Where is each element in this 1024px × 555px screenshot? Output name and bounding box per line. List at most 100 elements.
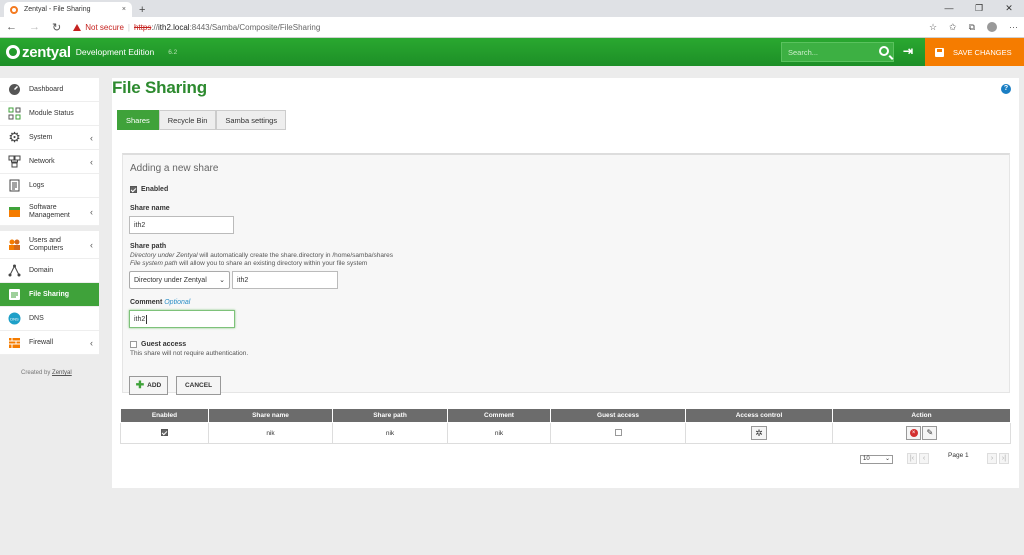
- package-icon: [8, 205, 21, 218]
- chevron-icon: ‹: [90, 337, 93, 348]
- tab-samba-settings[interactable]: Samba settings: [216, 110, 287, 130]
- sidebar-item-logs[interactable]: Logs: [0, 174, 99, 198]
- main-content: File Sharing ? Shares Recycle Bin Samba …: [112, 78, 1019, 488]
- guest-access-hint: This share will not require authenticati…: [130, 350, 249, 357]
- enabled-checkbox[interactable]: [130, 186, 137, 193]
- col-enabled: Enabled: [120, 408, 209, 423]
- last-page-button[interactable]: ›|: [999, 453, 1009, 464]
- col-comment: Comment: [447, 408, 551, 423]
- col-share-path: Share path: [332, 408, 448, 423]
- created-by: Created by Zentyal: [21, 370, 72, 376]
- sidebar-item-label: System: [29, 134, 53, 141]
- sidebar-item-users-and-computers[interactable]: Users and Computers ‹: [0, 231, 99, 259]
- share-name-input[interactable]: ith2: [129, 216, 234, 234]
- not-secure-label: Not secure: [85, 22, 124, 32]
- zentyal-link[interactable]: Zentyal: [52, 370, 72, 376]
- col-access-control: Access control: [685, 408, 833, 423]
- share-path-label: Share path: [130, 243, 167, 250]
- star-icon[interactable]: ☆: [929, 22, 937, 33]
- cell-access-control: ✲: [685, 422, 833, 444]
- sidebar-item-domain[interactable]: Domain: [0, 259, 99, 283]
- more-icon[interactable]: ···: [1009, 22, 1018, 33]
- logout-icon[interactable]: ⇥: [903, 45, 915, 57]
- sidebar-item-file-sharing[interactable]: File Sharing: [0, 283, 99, 307]
- chevron-down-icon: ⌄: [219, 277, 225, 284]
- tabs-bar: Shares Recycle Bin Samba settings: [117, 110, 287, 130]
- sidebar-item-label: Logs: [29, 182, 45, 189]
- sidebar-item-network[interactable]: Network ‹: [0, 150, 99, 174]
- chevron-icon: ‹: [90, 239, 93, 250]
- prev-page-button[interactable]: ‹: [919, 453, 929, 464]
- enabled-label: Enabled: [141, 186, 169, 193]
- zentyal-favicon-icon: [10, 5, 18, 14]
- maximize-icon[interactable]: ❐: [964, 0, 994, 17]
- shares-table: Enabled Share name Share path Comment Gu…: [120, 408, 1011, 444]
- col-guest-access: Guest access: [550, 408, 686, 423]
- tab-shares[interactable]: Shares: [117, 110, 159, 130]
- share-name-label: Share name: [130, 205, 170, 212]
- sidebar: Dashboard Module Status ⚙ System ‹ Netwo…: [0, 78, 99, 376]
- close-window-icon[interactable]: ✕: [994, 0, 1024, 17]
- logo-text: zentyal: [22, 43, 71, 61]
- back-icon[interactable]: ←: [6, 21, 17, 33]
- plus-icon: ✚: [135, 380, 145, 391]
- access-control-button[interactable]: ✲: [751, 426, 767, 440]
- save-changes-button[interactable]: SAVE CHANGES: [925, 38, 1024, 66]
- share-path-hint: Directory under Zentyal will automatical…: [130, 252, 394, 267]
- minimize-icon[interactable]: —: [934, 0, 964, 17]
- add-button[interactable]: ✚ ADD: [129, 376, 168, 395]
- share-path-type-select[interactable]: Directory under Zentyal ⌄: [129, 271, 230, 289]
- file-sharing-icon: [8, 288, 21, 301]
- close-tab-icon[interactable]: ×: [122, 6, 126, 13]
- reload-icon[interactable]: ↻: [52, 21, 61, 34]
- cell-share-name: nik: [208, 422, 333, 444]
- comment-input[interactable]: ith2: [129, 310, 235, 328]
- edit-button[interactable]: ✎: [922, 426, 938, 440]
- page-size-select[interactable]: 10 ⌄: [860, 455, 893, 464]
- cell-action: × ✎: [832, 422, 1011, 444]
- users-icon: [8, 238, 21, 251]
- gear-icon: ✲: [755, 428, 763, 438]
- sidebar-item-dns[interactable]: DNS DNS: [0, 307, 99, 331]
- address-bar-row: ← → ↻ Not secure | https://ith2.local:84…: [0, 17, 1024, 38]
- search-icon[interactable]: [879, 46, 889, 56]
- next-page-button[interactable]: ›: [987, 453, 997, 464]
- warning-icon: [73, 23, 82, 31]
- svg-text:DNS: DNS: [10, 317, 19, 322]
- zentyal-logo[interactable]: zentyal Development Edition 6.2: [6, 44, 177, 61]
- version-label: 6.2: [168, 48, 178, 56]
- forward-icon[interactable]: →: [29, 21, 40, 33]
- tab-recycle-bin[interactable]: Recycle Bin: [158, 110, 217, 130]
- first-page-button[interactable]: |‹: [907, 453, 917, 464]
- cancel-button[interactable]: CANCEL: [176, 376, 221, 395]
- sidebar-item-label: Network: [29, 158, 55, 165]
- sidebar-item-software-management[interactable]: Software Management ‹: [0, 198, 99, 226]
- sidebar-item-label: DNS: [29, 315, 44, 322]
- sidebar-item-module-status[interactable]: Module Status: [0, 102, 99, 126]
- guest-access-checkbox[interactable]: [130, 341, 137, 348]
- profile-avatar-icon[interactable]: [987, 21, 997, 32]
- pencil-icon: ✎: [926, 428, 934, 437]
- new-tab-button[interactable]: +: [139, 4, 145, 16]
- sidebar-item-label: Module Status: [29, 110, 74, 117]
- chevron-icon: ‹: [90, 132, 93, 143]
- cell-share-path: nik: [332, 422, 448, 444]
- collections-icon[interactable]: ⧉: [969, 22, 975, 33]
- sidebar-item-firewall[interactable]: Firewall ‹: [0, 331, 99, 355]
- gear-icon: ⚙: [8, 129, 21, 145]
- row-guest-checkbox[interactable]: [614, 429, 622, 437]
- search-input[interactable]: Search...: [781, 42, 894, 62]
- row-enabled-checkbox[interactable]: [161, 429, 168, 437]
- search-placeholder: Search...: [788, 47, 819, 57]
- share-path-input[interactable]: ith2: [232, 271, 338, 289]
- favorites-icon[interactable]: ✩: [949, 22, 957, 33]
- help-icon[interactable]: ?: [1001, 84, 1011, 94]
- sidebar-item-system[interactable]: ⚙ System ‹: [0, 126, 99, 150]
- sidebar-item-label: Firewall: [29, 339, 54, 346]
- page-label: Page 1: [948, 452, 969, 459]
- url-field[interactable]: Not secure | https://ith2.local:8443/Sam…: [73, 23, 917, 32]
- delete-button[interactable]: ×: [905, 426, 921, 440]
- sidebar-item-dashboard[interactable]: Dashboard: [0, 78, 99, 102]
- chevron-down-icon: ⌄: [884, 456, 890, 462]
- browser-tab[interactable]: Zentyal - File Sharing ×: [4, 2, 132, 17]
